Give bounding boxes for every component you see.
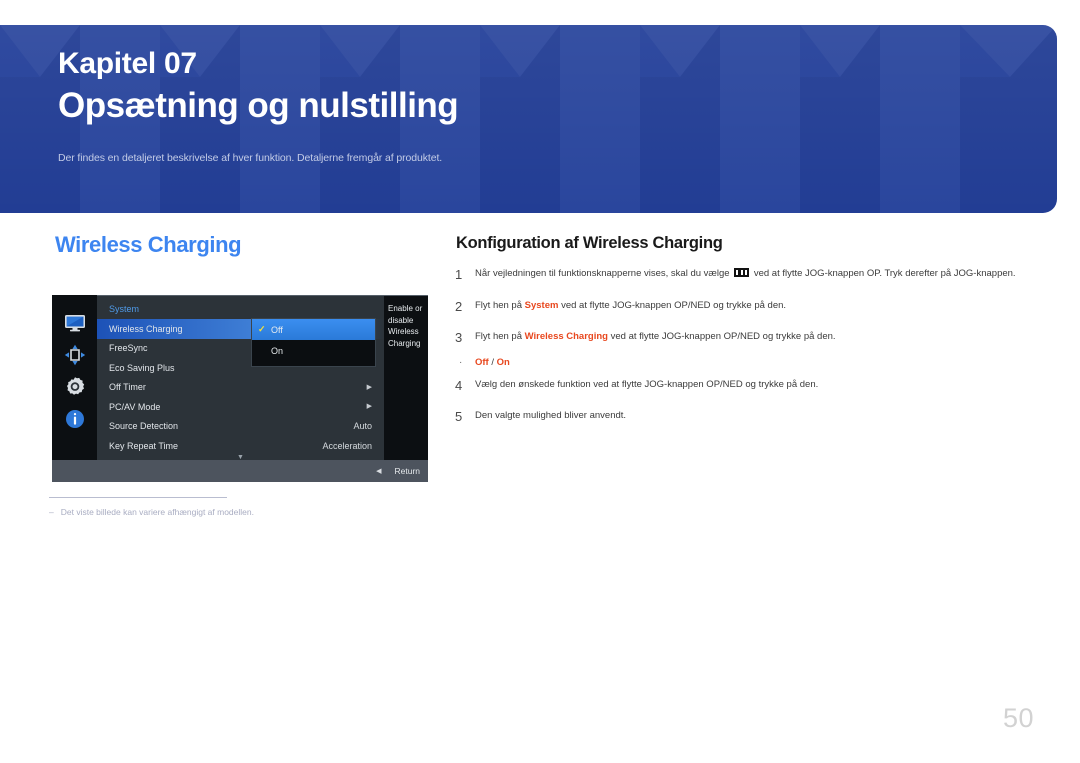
chapter-label: Kapitel 07 [58, 47, 197, 80]
osd-menu-item-label: Source Detection [109, 421, 179, 432]
instructions-title: Konfiguration af Wireless Charging [456, 234, 723, 252]
osd-menu-item-label: Wireless Charging [109, 323, 183, 334]
osd-menu-item-label: Off Timer [109, 382, 146, 393]
section-title: Wireless Charging [55, 232, 242, 257]
step-text: Vælg den ønskede funktion ved at flytte … [475, 378, 819, 390]
directional-pad-icon[interactable] [61, 341, 89, 369]
instruction-steps: 1 Når vejledningen til funktionsknapperne… [455, 266, 1023, 440]
instruction-step: 4 Vælg den ønskede funktion ved at flytte… [455, 377, 1023, 395]
osd-sidebar [52, 295, 97, 460]
step-text: ved at flytte JOG-knappen OP. Tryk deref… [751, 268, 1016, 279]
info-icon[interactable] [61, 405, 89, 433]
footnote-dash: – [49, 507, 54, 517]
step-text: Den valgte mulighed bliver anvendt. [475, 410, 627, 422]
bullet-option-on: On [496, 356, 510, 368]
osd-menu-heading: System [109, 304, 140, 314]
osd-description-text: Enable or disable Wireless Charging [388, 304, 423, 348]
osd-menu-item-value: Acceleration [322, 440, 372, 451]
osd-menu-item[interactable]: PC/AV Mode ▶ [97, 397, 384, 417]
back-arrow-icon[interactable]: ◀ [376, 468, 381, 475]
footnote: – Det viste billede kan variere afhængig… [49, 497, 449, 517]
footnote-text: Det viste billede kan variere afhængigt … [60, 507, 254, 517]
osd-menu-panel: System Wireless Charging FreeSync Eco Savi… [97, 295, 384, 461]
osd-menu-item[interactable]: Source Detection Auto [97, 417, 384, 437]
bullet-options: Off / On [475, 357, 510, 368]
osd-menu-item-label: Key Repeat Time [109, 440, 179, 451]
chevron-right-icon: ▶ [366, 403, 372, 411]
instruction-step: 5 Den valgte mulighed bliver anvendt. [455, 408, 1023, 426]
osd-menu-item[interactable]: Key Repeat Time Acceleration [97, 436, 384, 456]
osd-description-panel: Enable or disable Wireless Charging [384, 295, 428, 460]
step-number: 1 [455, 267, 463, 282]
step-body: Den valgte mulighed bliver anvendt. [475, 408, 1023, 425]
bullet-dot-icon: · [459, 356, 463, 368]
gear-icon[interactable] [61, 373, 89, 401]
chapter-subtitle: Der findes en detaljeret beskrivelse af … [58, 152, 443, 164]
step-number: 3 [455, 330, 463, 346]
instruction-step: 2 Flyt hen på System ved at flytte JOG-kn… [455, 298, 1023, 316]
step-number: 4 [455, 377, 463, 393]
step-body: Når vejledningen til funktionsknapperne … [475, 266, 1023, 283]
step-number: 5 [455, 409, 463, 425]
instruction-bullet: · Off / On [455, 357, 1023, 368]
osd-screenshot: System Wireless Charging FreeSync Eco Savi… [52, 295, 428, 482]
osd-dropdown-option-label: Off [271, 324, 283, 335]
osd-menu-item-label: Eco Saving Plus [109, 362, 175, 373]
checkmark-icon: ✓ [258, 324, 266, 334]
osd-dropdown-option[interactable]: On [252, 340, 375, 361]
chevron-right-icon: ▶ [366, 383, 372, 391]
osd-menu-item-label: PC/AV Mode [109, 401, 161, 412]
step-highlight-term: System [524, 299, 559, 311]
osd-dropdown-popup: ✓ Off On [251, 318, 376, 367]
chapter-title: Opsætning og nulstilling [58, 86, 459, 125]
bullet-option-off: Off [475, 356, 489, 368]
step-body: Flyt hen på System ved at flytte JOG-kna… [475, 298, 1023, 315]
instruction-step: 3 Flyt hen på Wireless Charging ved at fl… [455, 329, 1023, 347]
osd-menu-button-icon [734, 268, 750, 277]
chapter-banner: Kapitel 07 Opsætning og nulstilling Der … [0, 25, 1057, 213]
monitor-icon[interactable] [61, 309, 89, 337]
step-body: Flyt hen på Wireless Charging ved at fly… [475, 329, 1023, 346]
osd-dropdown-option-label: On [271, 345, 284, 356]
page-number: 50 [1002, 703, 1034, 733]
step-body: Vælg den ønskede funktion ved at flytte … [475, 377, 1023, 394]
step-text: Flyt hen på [475, 331, 525, 343]
osd-bottom-bar: ◀ Return [52, 460, 428, 482]
osd-menu-item-label: FreeSync [109, 343, 148, 354]
step-text: Flyt hen på [475, 299, 525, 311]
osd-menu-item[interactable]: Off Timer ▶ [97, 378, 384, 398]
step-number: 2 [455, 298, 463, 314]
instruction-step: 1 Når vejledningen til funktionsknapperne… [455, 266, 1023, 284]
step-text: ved at flytte JOG-knappen OP/NED og tryk… [558, 299, 787, 311]
step-text: Når vejledningen til funktionsknapperne … [475, 268, 733, 279]
bullet-separator: / [488, 356, 497, 368]
osd-dropdown-option[interactable]: ✓ Off [252, 319, 375, 340]
osd-menu-item-value: Auto [353, 421, 372, 432]
return-label[interactable]: Return [394, 466, 420, 476]
step-text: ved at flytte JOG-knappen OP/NED og tryk… [607, 331, 836, 343]
step-highlight-term: Wireless Charging [524, 331, 608, 343]
footnote-row: – Det viste billede kan variere afhængig… [49, 507, 449, 517]
footnote-divider [49, 497, 227, 498]
